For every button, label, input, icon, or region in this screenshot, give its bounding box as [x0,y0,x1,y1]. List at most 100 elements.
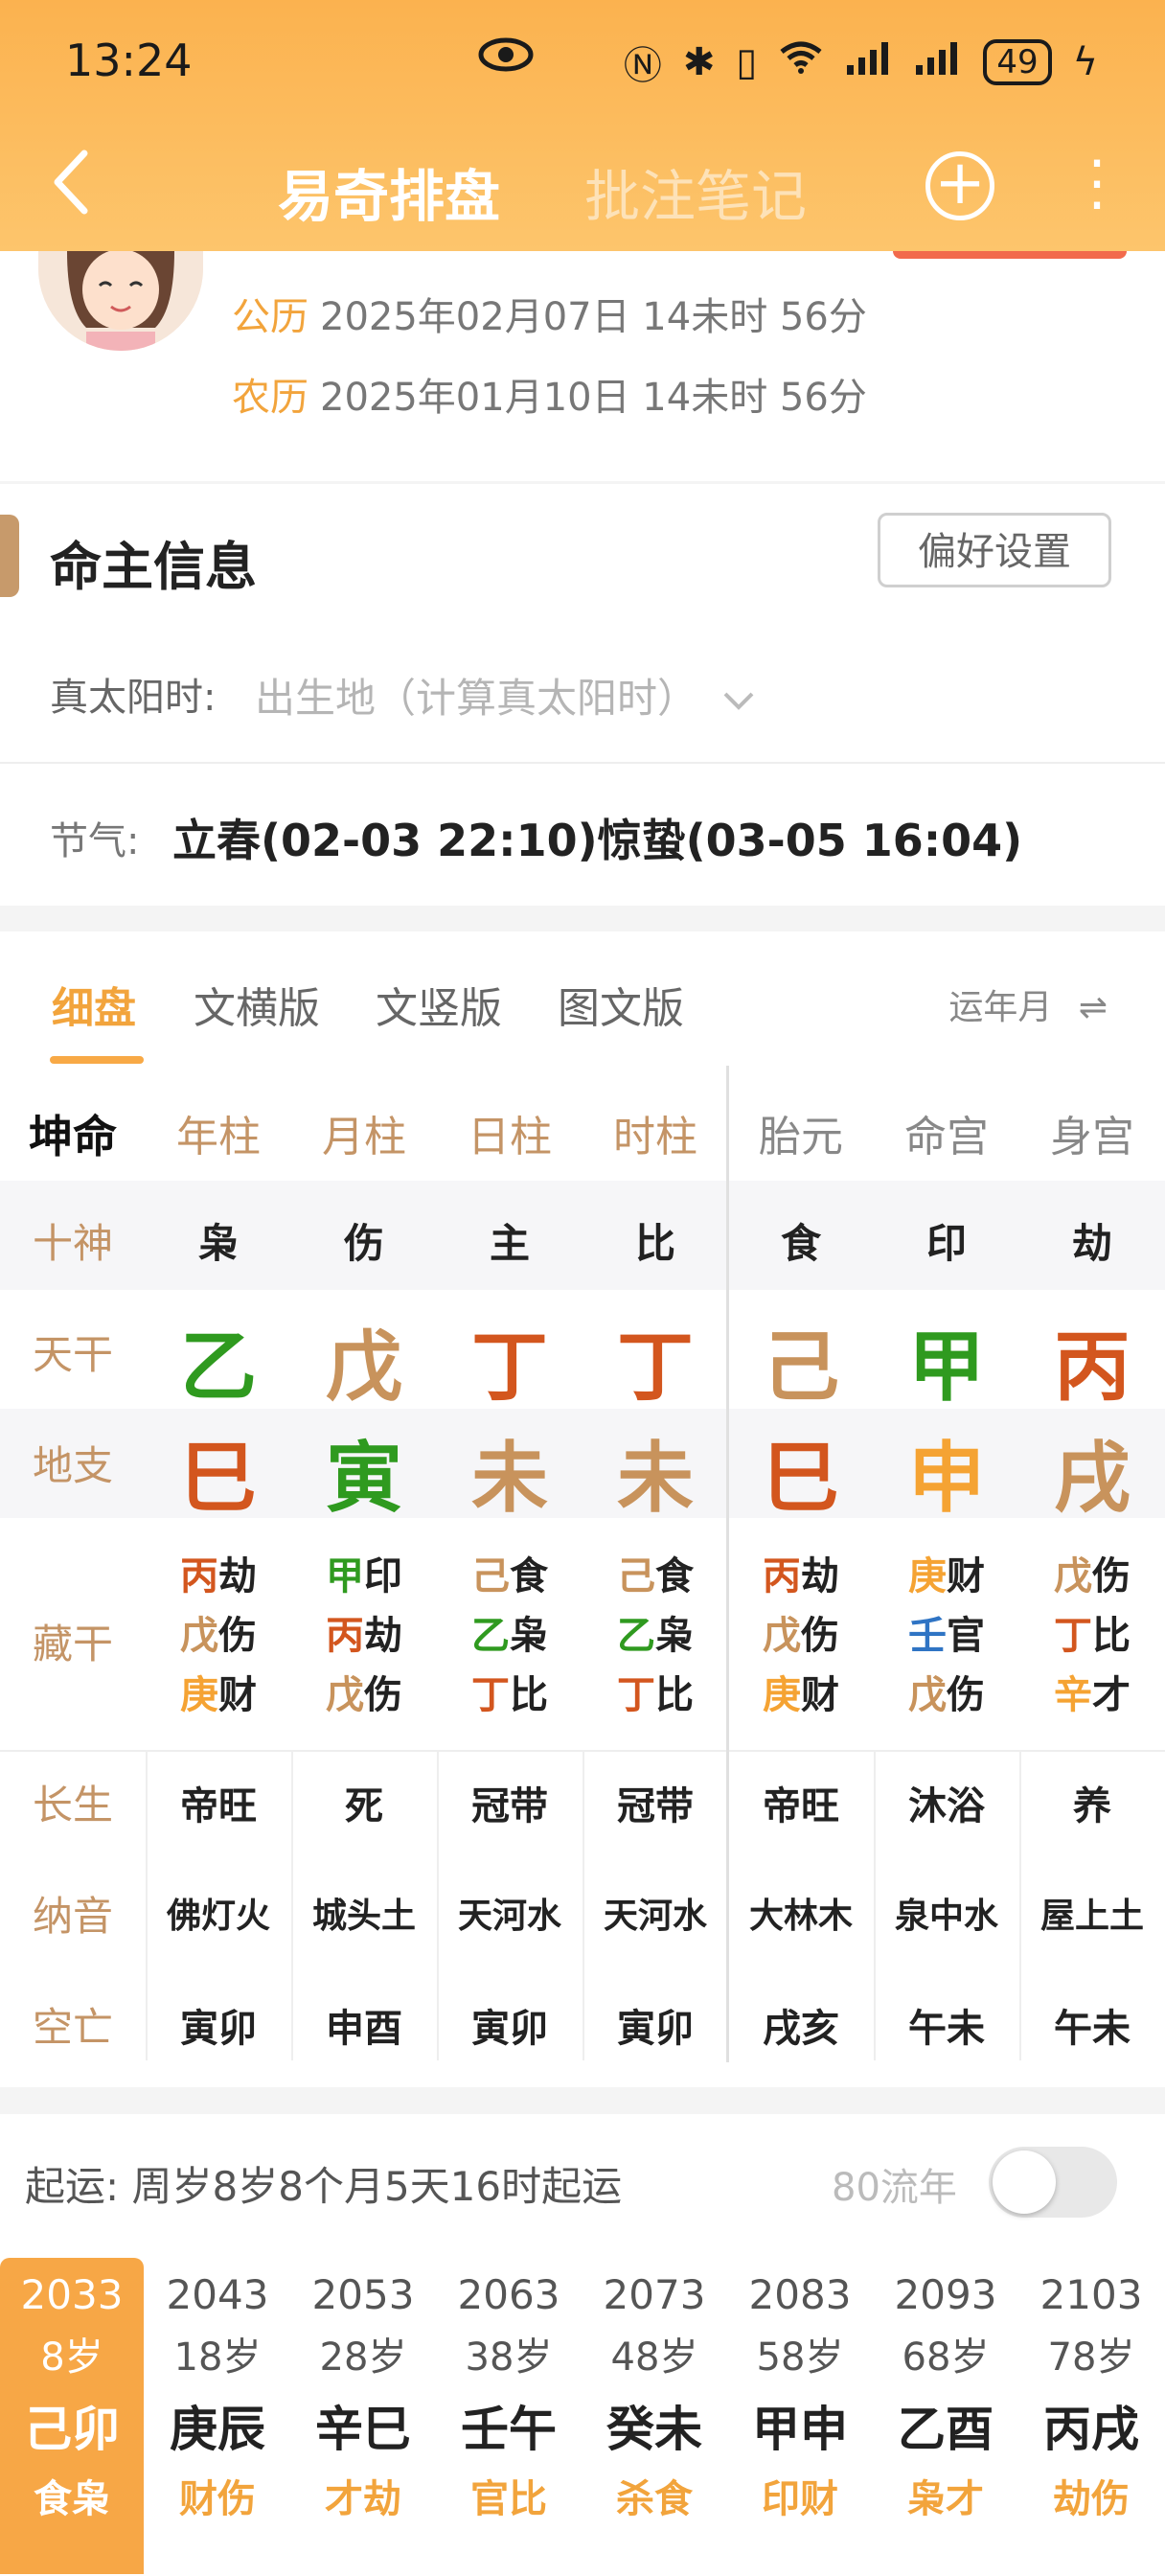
kongwang-cell: 戌亥 [763,2007,839,2051]
changsheng-cell: 养 [1073,1784,1111,1828]
dayun-shishen: 枭才 [907,2477,984,2521]
avatar[interactable] [38,251,203,351]
back-button[interactable] [44,144,102,220]
dayun-item[interactable]: 2053 28岁 辛巳 才劫 [291,2258,435,2574]
tab-xipan[interactable]: 细盘 [52,974,136,1035]
canggan-gan: 己 [617,1554,655,1598]
changsheng-cell: 冠带 [617,1784,694,1828]
dayun-item[interactable]: 2043 18岁 庚辰 财伤 [146,2258,289,2574]
nayin-cell: 天河水 [603,1897,707,1936]
column-header: 命宫 [904,1113,989,1162]
canggan-gan: 丁 [1054,1614,1092,1658]
dayun-ganzhi: 甲申 [752,2402,848,2457]
changsheng-cell: 沐浴 [908,1784,985,1828]
canggan-gan: 己 [471,1554,510,1598]
dayun-item[interactable]: 2063 38岁 壬午 官比 [437,2258,581,2574]
dayun-ganzhi: 辛巳 [315,2402,411,2457]
canggan-shishen: 伤 [218,1614,257,1658]
canggan-item: 丙劫 [728,1547,874,1606]
kongwang-cell: 寅卯 [471,2007,548,2051]
canggan-gan: 丙 [326,1614,364,1658]
dayun-year: 2033 [20,2271,124,2318]
true-solar-time-label: 真太阳时: [50,676,217,720]
canggan-shishen: 财 [947,1554,985,1598]
column-header: 月柱 [322,1113,406,1162]
column-header: 日柱 [468,1113,552,1162]
dayun-year: 2083 [748,2271,852,2318]
dayun-item[interactable]: 2093 68岁 乙酉 枭才 [874,2258,1017,2574]
vibrate-icon: ▯ [736,40,758,84]
dayun-age: 48岁 [610,2335,698,2380]
eye-icon [477,29,535,86]
dayun-item[interactable]: 2033 8岁 己卯 食枭 [0,2258,144,2574]
signal-icon-2 [914,40,962,84]
dayun-item[interactable]: 2073 48岁 癸未 杀食 [582,2258,726,2574]
nayin-cell: 城头土 [311,1897,416,1936]
canggan-item: 辛才 [1019,1666,1165,1725]
canggan-shishen: 劫 [364,1614,402,1658]
shishen-cell: 食 [780,1220,821,1267]
tab-yiqi-paipan[interactable]: 易奇排盘 [278,151,500,232]
row-label-changsheng: 长生 [32,1782,113,1828]
jieqi-value: 立春(02-03 22:10)惊蛰(03-05 16:04) [172,815,1023,866]
owner-info-section: 命主信息 偏好设置 真太阳时: 出生地（计算真太阳时） 节气: 立春(02-03… [0,484,1165,906]
canggan-item: 戊伤 [146,1606,291,1666]
solar-date: 2025年02月07日 14未时 56分 [320,295,867,339]
canggan-item: 己食 [437,1547,582,1606]
tab-wenhengban[interactable]: 文横版 [194,974,320,1035]
true-solar-time-select[interactable]: 出生地（计算真太阳时） [255,666,758,724]
dizhi-cell: 申 [908,1434,985,1523]
canggan-gan: 甲 [326,1554,364,1598]
canggan-gan: 辛 [1054,1673,1092,1717]
yun-nian-yue-toggle[interactable]: 运年月 ⇌ [948,979,1108,1029]
qiyun-section: 起运: 周岁8岁8个月5天16时起运 80流年 2033 8岁 己卯 食枭 2043 18… [0,2114,1165,2576]
kongwang-cell: 寅卯 [617,2007,694,2051]
kongwang-cell: 午未 [1054,2007,1131,2051]
canggan-shishen: 比 [655,1673,694,1717]
dayun-ganzhi: 癸未 [606,2402,702,2457]
canggan-gan: 丁 [617,1673,655,1717]
add-icon[interactable]: + [925,151,994,220]
canggan-gan: 戊 [180,1614,218,1658]
preference-settings-button[interactable]: 偏好设置 [878,513,1111,587]
shishen-cell: 劫 [1071,1220,1112,1267]
canggan-shishen: 劫 [801,1554,839,1598]
lunar-date-row: 农历 2025年01月10日 14未时 56分 [232,366,867,422]
canggan-item: 戊伤 [291,1666,437,1725]
kongwang-cell: 申酉 [326,2007,402,2051]
canggan-gan: 乙 [617,1614,655,1658]
canggan-shishen: 财 [218,1673,257,1717]
canggan-item: 庚财 [146,1666,291,1725]
dayun-item[interactable]: 2103 78岁 丙戌 劫伤 [1019,2258,1163,2574]
tab-wenshuban[interactable]: 文竖版 [376,974,502,1035]
dayun-age: 8岁 [40,2335,103,2380]
dayun-year: 2073 [603,2271,706,2318]
canggan-gan: 丁 [471,1673,510,1717]
liunian-80-toggle[interactable] [989,2147,1117,2218]
qiyun-text: 起运: 周岁8岁8个月5天16时起运 [25,2163,623,2210]
bluetooth-icon: ✱ [682,40,716,84]
canggan-shishen: 比 [1092,1614,1131,1658]
more-icon[interactable]: · · · [1083,135,1111,235]
divider [0,762,1165,764]
dayun-age: 28岁 [319,2335,407,2380]
canggan-item: 丙劫 [146,1547,291,1606]
dizhi-cell: 未 [471,1434,548,1523]
dayun-item[interactable]: 2083 58岁 甲申 印财 [728,2258,872,2574]
changsheng-cell: 帝旺 [180,1784,257,1828]
canggan-item: 丁比 [582,1666,728,1725]
canggan-shishen: 劫 [218,1554,257,1598]
jieqi-label: 节气: [50,819,140,863]
canggan-gan: 戊 [763,1614,801,1658]
canggan-gan: 戊 [326,1673,364,1717]
nayin-cell: 佛灯火 [166,1897,270,1936]
tiangan-cell: 丁 [617,1322,694,1412]
nfc-icon: Ⓝ [623,44,662,88]
tab-annotation-notes[interactable]: 批注笔记 [584,151,807,232]
wifi-icon [778,40,824,84]
canggan-gan: 庚 [908,1554,947,1598]
row-label-shishen: 十神 [32,1220,113,1267]
dayun-age: 68岁 [902,2335,990,2380]
tab-tuwenban[interactable]: 图文版 [558,974,684,1035]
dayun-shishen: 官比 [470,2477,547,2521]
